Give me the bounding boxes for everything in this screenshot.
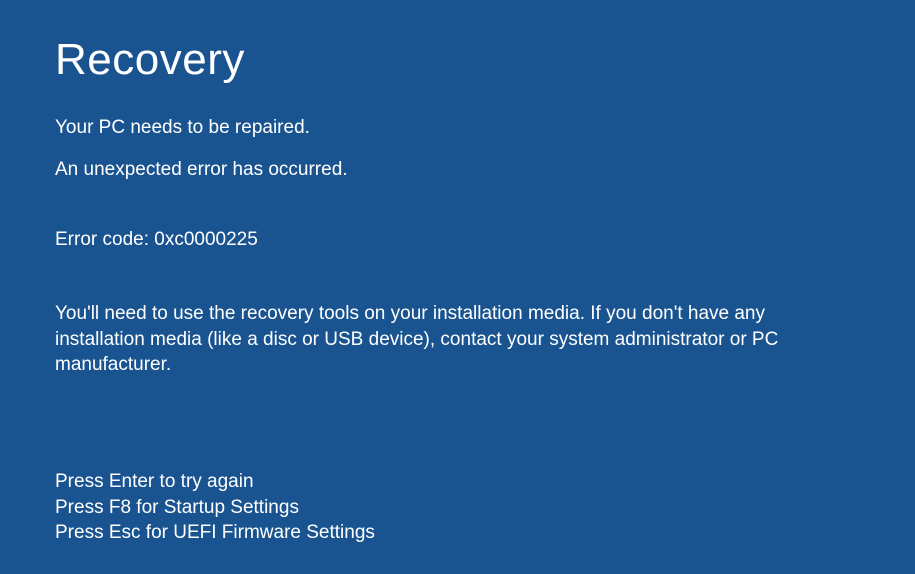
recovery-screen: Recovery Your PC needs to be repaired. A…: [0, 0, 915, 574]
error-code-value: 0xc0000225: [154, 229, 258, 250]
key-option-f8: Press F8 for Startup Settings: [55, 495, 375, 521]
key-options-list: Press Enter to try again Press F8 for St…: [55, 469, 375, 546]
error-code-line: Error code: 0xc0000225: [55, 229, 860, 251]
recovery-instructions: You'll need to use the recovery tools on…: [55, 301, 855, 378]
key-option-enter: Press Enter to try again: [55, 469, 375, 495]
page-title: Recovery: [55, 35, 860, 85]
message-secondary: An unexpected error has occurred.: [55, 159, 860, 181]
message-primary: Your PC needs to be repaired.: [55, 117, 860, 139]
error-code-label: Error code:: [55, 229, 149, 250]
key-option-esc: Press Esc for UEFI Firmware Settings: [55, 520, 375, 546]
